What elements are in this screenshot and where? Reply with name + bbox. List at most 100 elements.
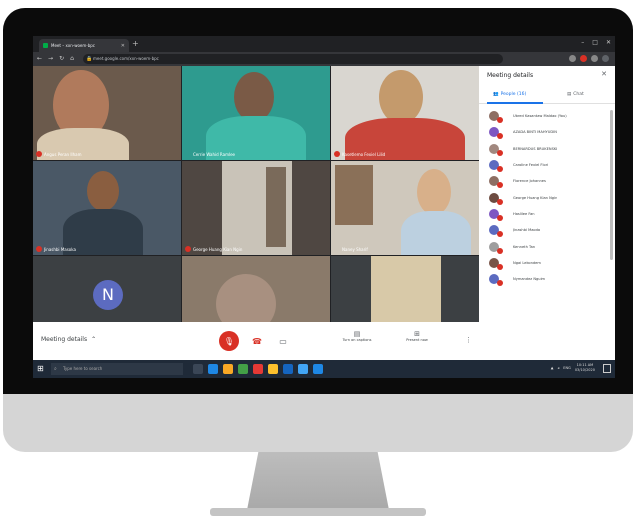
- video-tile[interactable]: N: [33, 256, 181, 322]
- mic-off-icon: [36, 246, 42, 252]
- meeting-controls: Meeting details ⌃ 🎙 ☎ ▭ ▤ Turn on captio…: [33, 322, 479, 360]
- participant-row[interactable]: Caroline Fexiel Flori: [479, 157, 615, 173]
- tile-name: Naney Sharif: [334, 246, 368, 252]
- back-icon[interactable]: ←: [37, 54, 42, 64]
- mic-toggle-button[interactable]: 🎙: [219, 331, 239, 351]
- close-window-icon[interactable]: ✕: [606, 39, 611, 46]
- chrome-icon[interactable]: [253, 364, 263, 374]
- maximize-icon[interactable]: □: [592, 39, 598, 46]
- participant-name: Jinashbi Maoda: [513, 228, 541, 233]
- participant-row[interactable]: Kenneth Tan: [479, 238, 615, 254]
- panel-close-icon[interactable]: ✕: [601, 70, 607, 78]
- search-icon: ⌕: [54, 366, 57, 372]
- extension-icon[interactable]: [569, 55, 576, 62]
- leave-call-button[interactable]: ☎: [247, 331, 267, 351]
- mic-off-icon: [497, 149, 503, 156]
- captions-label: Turn on captions: [342, 338, 372, 342]
- profile-avatar[interactable]: [602, 55, 609, 62]
- more-options-icon[interactable]: ⋮: [465, 336, 472, 344]
- meeting-details-panel: Meeting details ✕ 👥 People (16) ▤ Chat U…: [479, 66, 615, 360]
- panel-tabs: 👥 People (16) ▤ Chat: [479, 90, 615, 104]
- video-tile[interactable]: [331, 256, 479, 322]
- network-icon[interactable]: ▲: [551, 366, 554, 370]
- meet-favicon-icon: [43, 43, 48, 48]
- hang-up-icon: ☎: [252, 336, 262, 346]
- participant-body: [401, 211, 471, 255]
- participant-name: Ubred Kasantaw Maldao (You): [513, 114, 567, 119]
- participant-avatar: [489, 160, 503, 173]
- participant-name: BERNARDUS BRUKENSKI: [513, 146, 558, 151]
- mic-off-icon: [497, 117, 503, 124]
- browser-tab[interactable]: Meet – xxn-woem-bpc ✕: [39, 39, 129, 52]
- app-icon[interactable]: [283, 364, 293, 374]
- volume-icon[interactable]: ◂: [558, 366, 560, 370]
- video-tile[interactable]: Jinashbi Masoka: [33, 161, 181, 255]
- participant-row[interactable]: Jinashbi Maoda: [479, 222, 615, 238]
- task-view-icon[interactable]: [193, 364, 203, 374]
- new-tab-button[interactable]: +: [132, 39, 139, 49]
- participant-avatar: [489, 257, 503, 270]
- present-button[interactable]: ⊞ Present now: [397, 330, 437, 342]
- meeting-details-button[interactable]: Meeting details ⌃: [41, 336, 96, 343]
- language-indicator[interactable]: ENG: [563, 366, 571, 370]
- tile-name: Angus Peran Ilham: [36, 151, 82, 157]
- participant-row[interactable]: George Huang Kian Ngin: [479, 189, 615, 205]
- participant-row[interactable]: Haslilee Fan: [479, 206, 615, 222]
- participant-row[interactable]: BERNARDUS BRUKENSKI: [479, 141, 615, 157]
- room-background: [371, 256, 441, 322]
- tile-name: Jinashbi Masoka: [36, 246, 76, 252]
- participant-face: [216, 274, 276, 322]
- screen: Meet – xxn-woem-bpc ✕ + – □ ✕ ← → ↻ ⌂ 🔒 …: [33, 36, 615, 378]
- edge-icon[interactable]: [208, 364, 218, 374]
- video-tile[interactable]: Naney Sharif: [331, 161, 479, 255]
- app-icon[interactable]: [313, 364, 323, 374]
- participant-row[interactable]: Florence Johannes: [479, 173, 615, 189]
- extension-icon[interactable]: [591, 55, 598, 62]
- url-field[interactable]: 🔒 meet.google.com/xxn-woem-bpc: [83, 54, 503, 64]
- video-tile[interactable]: [182, 256, 330, 322]
- windows-taskbar: ⊞ ⌕ Type here to search ▲ ◂ ENG 10:11 AM…: [33, 360, 615, 378]
- bookshelf: [335, 165, 373, 225]
- file-explorer-icon[interactable]: [223, 364, 233, 374]
- forward-icon[interactable]: →: [48, 54, 53, 64]
- participant-avatar: [489, 176, 503, 189]
- minimize-icon[interactable]: –: [581, 39, 584, 46]
- participant-row[interactable]: Ngai Lekondem: [479, 255, 615, 271]
- captions-button[interactable]: ▤ Turn on captions: [337, 330, 377, 342]
- video-tile[interactable]: Kasetlemo Fexiel Lilid: [331, 66, 479, 160]
- video-tile[interactable]: Angus Peran Ilham: [33, 66, 181, 160]
- panel-title: Meeting details: [487, 72, 534, 79]
- app-icon[interactable]: [298, 364, 308, 374]
- reload-icon[interactable]: ↻: [59, 54, 64, 64]
- extension-icon[interactable]: [580, 55, 587, 62]
- mic-off-icon: [497, 280, 503, 287]
- mic-off-icon: [185, 246, 191, 252]
- notification-icon[interactable]: [603, 364, 611, 373]
- store-icon[interactable]: [238, 364, 248, 374]
- mic-off-icon: 🎙: [223, 336, 235, 346]
- panel-scrollbar[interactable]: [610, 110, 613, 260]
- clock[interactable]: 10:11 AM 03/10/2020: [575, 363, 595, 373]
- tab-people[interactable]: 👥 People (16): [493, 92, 526, 97]
- participant-row[interactable]: Nymandez Nguim: [479, 271, 615, 287]
- video-tile[interactable]: George Huang Kian Ngin: [182, 161, 330, 255]
- participant-avatar: [489, 111, 503, 124]
- participant-row[interactable]: Ubred Kasantaw Maldao (You): [479, 108, 615, 124]
- captions-icon: ▤: [353, 330, 361, 338]
- video-grid: Angus Peran Ilham Cerrie Wahid Ramlee Ka…: [33, 66, 479, 322]
- home-icon[interactable]: ⌂: [70, 54, 74, 64]
- app-icon[interactable]: [268, 364, 278, 374]
- mic-off-icon: [497, 247, 503, 254]
- extension-icons: [569, 55, 609, 62]
- tab-close-icon[interactable]: ✕: [121, 43, 125, 49]
- people-icon: 👥: [493, 92, 499, 97]
- system-tray: ▲ ◂ ENG 10:11 AM 03/10/2020: [551, 363, 595, 373]
- participant-row[interactable]: AZADA BINTI MAHYUDIN: [479, 124, 615, 140]
- camera-toggle-button[interactable]: ▭: [273, 331, 293, 351]
- taskbar-search[interactable]: ⌕ Type here to search: [51, 363, 183, 375]
- tab-chat[interactable]: ▤ Chat: [567, 92, 584, 97]
- video-tile[interactable]: Cerrie Wahid Ramlee: [182, 66, 330, 160]
- windows-start-icon[interactable]: ⊞: [37, 364, 44, 374]
- meet-app: Angus Peran Ilham Cerrie Wahid Ramlee Ka…: [33, 66, 615, 360]
- participant-name: Caroline Fexiel Flori: [513, 163, 549, 168]
